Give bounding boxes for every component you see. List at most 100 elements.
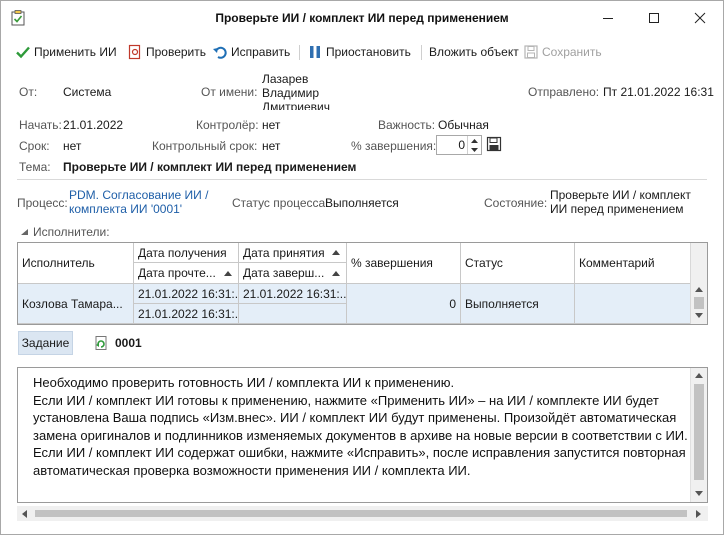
attach-button[interactable]: Вложить объект [429, 42, 519, 62]
stepper-up-icon[interactable] [468, 136, 481, 145]
process-status-label: Статус процесса: [232, 196, 329, 210]
minimize-icon [603, 18, 613, 19]
start-value: 21.01.2022 [63, 118, 124, 132]
col-comment-header[interactable]: Комментарий [575, 243, 691, 284]
scroll-up-icon[interactable] [695, 287, 703, 292]
title-bar: Проверьте ИИ / комплект ИИ перед примене… [1, 1, 723, 35]
cell-text: 0 [449, 296, 456, 311]
scroll-down-icon[interactable] [695, 313, 703, 318]
due-label: Срок: [19, 139, 50, 153]
scroll-left-icon[interactable] [22, 510, 27, 518]
control-due-value: нет [262, 139, 281, 153]
header-text: Дата прочте... [138, 266, 216, 280]
task-window: Проверьте ИИ / комплект ИИ перед примене… [0, 0, 724, 535]
col-read-header[interactable]: Дата прочте... [134, 263, 239, 284]
executors-title: Исполнители: [33, 225, 110, 239]
form-divider [17, 179, 707, 180]
fix-label: Исправить [231, 45, 291, 59]
col-completed-header[interactable]: Дата заверш... [239, 263, 347, 284]
from-label: От: [19, 85, 38, 99]
executors-section-toggle[interactable]: Исполнители: [21, 225, 110, 239]
from-value: Система [63, 85, 112, 99]
collapse-triangle-icon [21, 229, 28, 235]
process-link[interactable]: PDM. Согласование ИИ / комплекта ИИ '000… [69, 188, 224, 216]
subject-value: Проверьте ИИ / комплект ИИ перед примене… [63, 160, 357, 174]
completion-stepper[interactable]: 0 [436, 135, 482, 155]
grid-vertical-scrollbar[interactable] [690, 243, 707, 324]
undo-arrow-icon [212, 44, 228, 60]
checkmark-icon [15, 44, 31, 60]
header-text: % завершения [351, 256, 433, 270]
check-label: Проверить [146, 45, 207, 59]
process-label: Процесс: [17, 196, 68, 210]
on-behalf-value: Лазарев Владимир Дмитриевич [262, 72, 330, 110]
completion-value: 0 [458, 138, 465, 152]
task-description-box[interactable]: Необходимо проверить готовность ИИ / ком… [17, 367, 708, 503]
controller-label: Контролёр: [196, 118, 259, 132]
cell-text: 21.01.2022 16:31:... [138, 306, 239, 321]
maximize-icon [649, 13, 659, 23]
completion-label: % завершения: [351, 139, 437, 153]
subject-label: Тема: [19, 160, 51, 174]
apply-label: Применить ИИ [34, 45, 117, 59]
sort-asc-icon [332, 250, 340, 255]
header-text: Статус [465, 256, 503, 270]
fix-button[interactable]: Исправить [212, 42, 290, 62]
grid-scroll-thumb[interactable] [694, 297, 704, 309]
attach-label: Вложить объект [429, 45, 519, 59]
task-scroll-thumb[interactable] [694, 384, 704, 480]
check-button[interactable]: Проверить [127, 42, 206, 62]
task-description-text: Необходимо проверить готовность ИИ / ком… [33, 375, 688, 478]
task-number[interactable]: 0001 [93, 335, 142, 351]
sent-value: Пт 21.01.2022 16:31 [603, 85, 714, 99]
header-text: Дата принятия [243, 245, 325, 260]
table-row-executor[interactable]: Козлова Тамара... [18, 284, 134, 324]
sent-label: Отправлено: [528, 85, 600, 99]
col-accepted-header[interactable]: Дата принятия [239, 243, 347, 263]
table-cell-completed[interactable] [239, 304, 347, 324]
pause-label: Приостановить [326, 45, 411, 59]
table-cell-status[interactable]: Выполняется [461, 284, 575, 324]
cell-text: 21.01.2022 16:31:... [138, 286, 239, 301]
due-value: нет [63, 139, 82, 153]
state-label: Состояние: [484, 196, 548, 210]
header-text: Дата заверш... [243, 266, 325, 280]
on-behalf-label: От имени: [201, 85, 258, 99]
save-completion-icon[interactable] [486, 136, 502, 152]
close-button[interactable] [677, 1, 723, 35]
maximize-button[interactable] [631, 1, 677, 35]
scroll-up-icon[interactable] [695, 373, 703, 378]
scroll-right-icon[interactable] [696, 510, 701, 518]
minimize-button[interactable] [585, 1, 631, 35]
stepper-down-icon[interactable] [468, 145, 481, 154]
save-button[interactable]: Сохранить [523, 42, 602, 62]
task-number-text: 0001 [115, 336, 142, 350]
col-percent-header[interactable]: % завершения [347, 243, 461, 284]
toolbar: Применить ИИ Проверить Исправить Приоста… [1, 39, 723, 65]
table-cell-read[interactable]: 21.01.2022 16:31:... [134, 304, 239, 324]
save-label: Сохранить [542, 45, 602, 59]
col-received-header[interactable]: Дата получения [134, 243, 239, 263]
table-cell-percent[interactable]: 0 [347, 284, 461, 324]
pause-button[interactable]: Приостановить [307, 42, 411, 62]
col-status-header[interactable]: Статус [461, 243, 575, 284]
cell-text: Козлова Тамара... [22, 296, 123, 311]
stepper-arrows[interactable] [467, 136, 481, 154]
apply-button[interactable]: Применить ИИ [15, 42, 117, 62]
control-due-label: Контрольный срок: [152, 139, 258, 153]
header-text: Дата получения [138, 245, 227, 260]
toolbar-separator [421, 45, 422, 60]
header-text: Исполнитель [22, 256, 95, 270]
table-cell-comment[interactable] [575, 284, 691, 324]
scroll-down-icon[interactable] [695, 491, 703, 496]
toolbar-separator [299, 45, 300, 60]
task-horizontal-scrollbar[interactable] [17, 506, 708, 521]
table-cell-received[interactable]: 21.01.2022 16:31:... [134, 284, 239, 304]
col-executor-header[interactable]: Исполнитель [18, 243, 134, 284]
importance-label: Важность: [378, 118, 436, 132]
task-vertical-scrollbar[interactable] [690, 368, 707, 502]
table-cell-accepted[interactable]: 21.01.2022 16:31:... [239, 284, 347, 304]
pause-icon [307, 44, 323, 60]
tab-task[interactable]: Задание [18, 331, 73, 355]
task-hscroll-thumb[interactable] [35, 510, 687, 517]
